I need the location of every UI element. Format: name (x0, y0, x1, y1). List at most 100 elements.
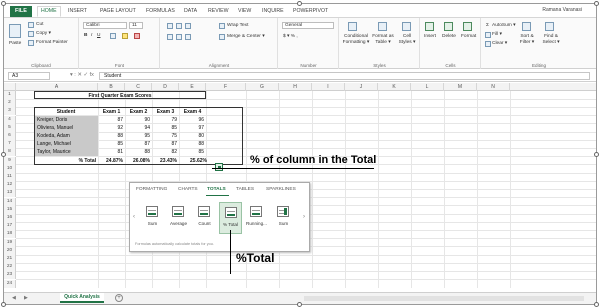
merge-center-icon[interactable] (219, 34, 225, 40)
paste-icon[interactable] (9, 24, 21, 38)
row-header[interactable]: 9 (4, 156, 16, 165)
row-header[interactable]: 21 (4, 255, 16, 263)
score-cell[interactable]: 85 (152, 124, 179, 132)
sheet-prev-icon[interactable]: ◀ (12, 295, 16, 301)
sheet-title[interactable]: First Quarter Exam Scores (34, 91, 206, 99)
tab-inquire[interactable]: INQUIRE (262, 6, 284, 17)
column-header-j[interactable]: J (345, 83, 378, 91)
sort-filter-button[interactable]: Sort & Filter ▾ (516, 34, 538, 46)
qa-scroll-right-icon[interactable]: › (303, 214, 305, 220)
font-size-select[interactable]: 11 (129, 22, 143, 29)
header-exam-1[interactable]: Exam 1 (98, 108, 125, 116)
resize-handle[interactable] (1, 302, 6, 307)
tab-insert[interactable]: INSERT (68, 6, 87, 17)
clear-icon[interactable] (485, 41, 491, 47)
score-cell[interactable]: 97 (179, 124, 206, 132)
column-header-k[interactable]: K (378, 83, 411, 91)
format-as-table-button[interactable]: Format as Table ▾ (371, 34, 395, 46)
name-box[interactable]: A3 (8, 72, 50, 80)
column-header-e[interactable]: E (179, 83, 206, 91)
resize-handle[interactable] (594, 302, 599, 307)
add-sheet-button[interactable]: + (115, 294, 123, 302)
align-top-icon[interactable] (167, 23, 173, 29)
row-header[interactable]: 23 (4, 271, 16, 280)
fill-button[interactable]: Fill ▾ (492, 32, 502, 37)
resize-handle[interactable] (297, 1, 302, 6)
row-header[interactable]: 12 (4, 181, 16, 190)
insert-icon[interactable] (425, 22, 434, 31)
row-header[interactable]: 22 (4, 263, 16, 272)
score-cell[interactable]: 87 (125, 140, 152, 148)
qa-item-running-total[interactable]: Running... (245, 202, 268, 234)
score-cell[interactable]: 75 (152, 132, 179, 140)
italic-button[interactable]: I (91, 33, 92, 38)
row-header[interactable]: 19 (4, 238, 16, 247)
row-header[interactable]: 5 (4, 123, 16, 132)
header-exam-2[interactable]: Exam 2 (125, 108, 152, 116)
column-header-n[interactable]: N (477, 83, 510, 91)
autosum-button[interactable]: AutoSum ▾ (492, 23, 515, 28)
row-header[interactable]: 20 (4, 246, 16, 255)
wrap-text-button[interactable]: Wrap Text (227, 23, 248, 28)
score-cell[interactable]: 96 (179, 116, 206, 124)
tab-formulas[interactable]: FORMULAS (146, 6, 175, 17)
score-cell[interactable]: 81 (98, 148, 125, 156)
align-left-icon[interactable] (167, 34, 173, 40)
qa-scroll-left-icon[interactable]: ‹ (133, 214, 135, 220)
score-cell[interactable]: 88 (179, 140, 206, 148)
format-as-table-icon[interactable] (378, 22, 387, 31)
font-name-select[interactable]: Calibri (83, 22, 127, 29)
sheet-tab-quick-analysis[interactable]: Quick Analysis (60, 293, 104, 303)
score-cell[interactable]: 82 (152, 148, 179, 156)
quick-analysis-button[interactable] (215, 163, 223, 171)
row-header[interactable]: 11 (4, 173, 16, 181)
find-select-button[interactable]: Find & Select ▾ (540, 34, 562, 46)
total-label[interactable]: % Total (34, 157, 98, 165)
column-header-h[interactable]: H (279, 83, 312, 91)
student-name[interactable]: Oliviera, Manuel (35, 124, 98, 132)
delete-icon[interactable] (444, 22, 453, 31)
total-cell[interactable]: 25.62% (179, 157, 209, 165)
conditional-formatting-icon[interactable] (348, 22, 357, 31)
qa-item-average[interactable]: Average (167, 202, 190, 234)
student-name[interactable]: Taylor, Maurice (35, 148, 98, 156)
paste-button[interactable]: Paste (9, 41, 21, 46)
autosum-icon[interactable]: Σ (486, 23, 489, 28)
copy-button[interactable]: Copy ▾ (36, 31, 51, 36)
tab-view[interactable]: VIEW (238, 6, 251, 17)
align-center-icon[interactable] (176, 34, 182, 40)
insert-button[interactable]: Insert (424, 34, 436, 39)
cell-styles-icon[interactable] (402, 22, 411, 31)
total-cell[interactable]: 23.43% (152, 157, 179, 165)
resize-handle[interactable] (1, 1, 6, 6)
score-cell[interactable]: 90 (125, 116, 152, 124)
score-cell[interactable]: 85 (179, 148, 206, 156)
format-button[interactable]: Format (461, 34, 476, 39)
row-header[interactable]: 1 (4, 91, 16, 99)
merge-center-button[interactable]: Merge & Center ▾ (227, 34, 265, 39)
row-header[interactable]: 4 (4, 115, 16, 124)
sheet-next-icon[interactable]: ▶ (24, 295, 28, 301)
align-bottom-icon[interactable] (185, 23, 191, 29)
qa-item-sum-columns[interactable]: Sum (272, 202, 295, 234)
number-format-select[interactable]: General (282, 22, 334, 29)
score-cell[interactable]: 92 (98, 124, 125, 132)
cut-button[interactable]: Cut (36, 22, 43, 27)
formula-input[interactable]: Student (99, 72, 590, 80)
student-name[interactable]: Kreiger, Doris (35, 116, 98, 124)
row-header[interactable]: 3 (4, 107, 16, 116)
row-header[interactable]: 16 (4, 214, 16, 222)
tab-data[interactable]: DATA (184, 6, 197, 17)
align-middle-icon[interactable] (176, 23, 182, 29)
score-cell[interactable]: 94 (125, 124, 152, 132)
wrap-text-icon[interactable] (219, 23, 225, 29)
qa-tab-formatting[interactable]: FORMATTING (136, 187, 167, 192)
qa-tab-totals[interactable]: TOTALS (207, 187, 226, 192)
header-student[interactable]: Student (34, 108, 98, 116)
row-header[interactable]: 15 (4, 205, 16, 214)
resize-handle[interactable] (594, 152, 599, 157)
user-name[interactable]: Ramana Varanasi (542, 7, 582, 13)
row-header[interactable]: 14 (4, 197, 16, 206)
row-header[interactable]: 2 (4, 99, 16, 108)
column-header-l[interactable]: L (411, 83, 444, 91)
